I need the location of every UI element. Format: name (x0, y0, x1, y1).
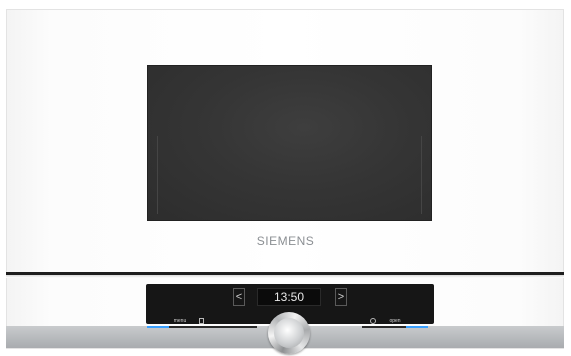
brand-logo: SIEMENS (256, 234, 315, 248)
timer-button[interactable] (362, 316, 384, 328)
control-knob[interactable] (268, 312, 310, 354)
door-window (147, 65, 432, 221)
open-button[interactable]: open (384, 316, 406, 328)
next-button[interactable]: > (335, 288, 347, 306)
left-blank-key (211, 316, 257, 328)
info-icon (198, 318, 204, 324)
previous-button[interactable]: < (233, 288, 245, 306)
right-accent-key[interactable] (406, 316, 428, 328)
time-display: 13:50 (257, 288, 321, 306)
right-button-strip: open (362, 316, 428, 328)
left-button-strip: menu (147, 316, 257, 328)
clock-icon (370, 318, 376, 324)
info-button[interactable] (191, 316, 211, 328)
door-edge-shadow (6, 275, 564, 278)
left-accent-key[interactable] (147, 316, 169, 328)
menu-button[interactable]: menu (169, 316, 191, 328)
